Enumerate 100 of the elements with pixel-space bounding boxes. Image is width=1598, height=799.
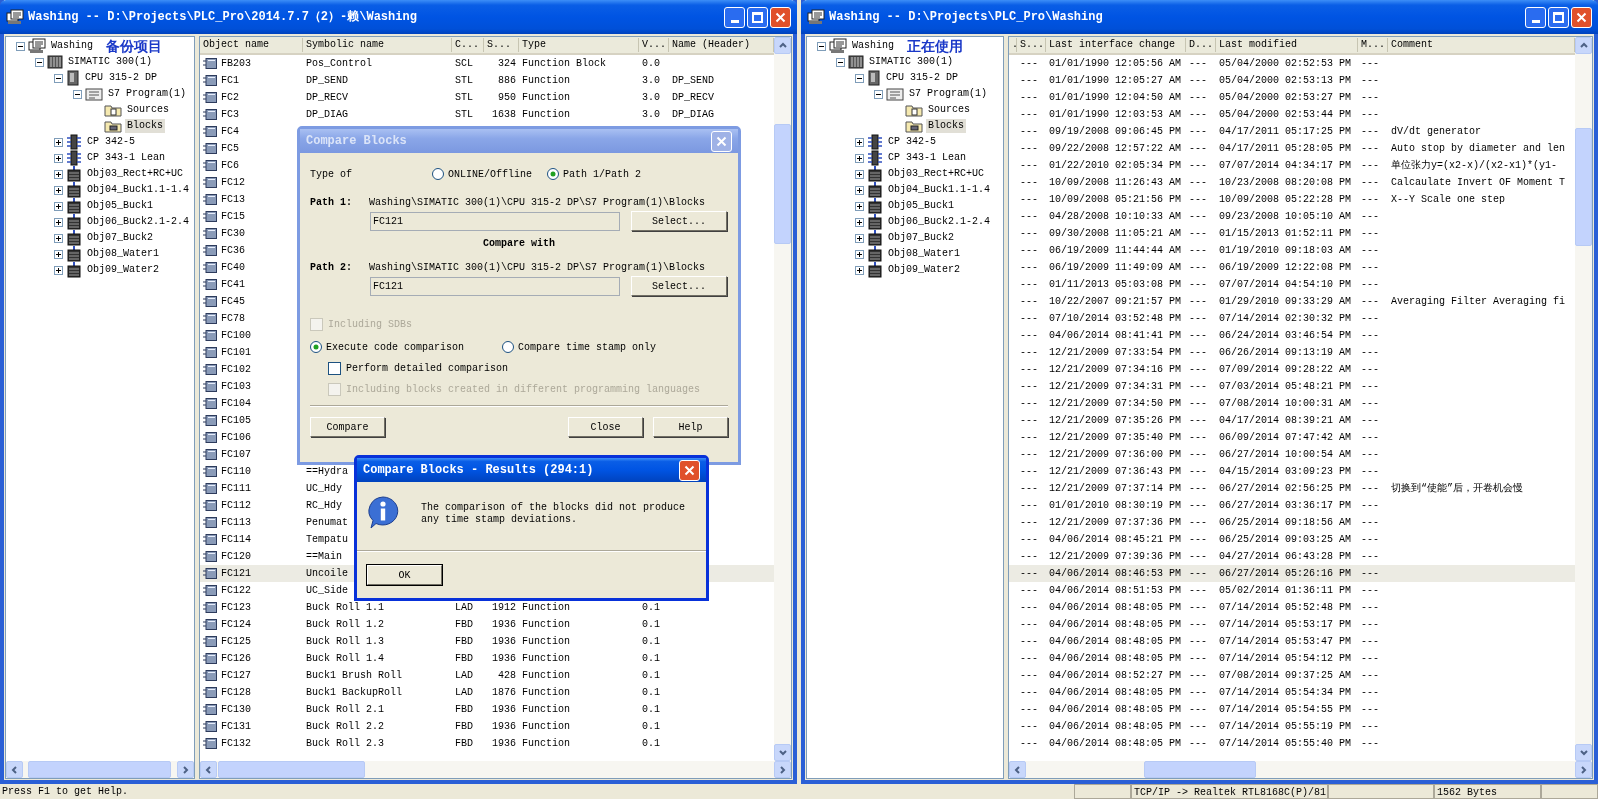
expand-toggle[interactable] <box>54 169 63 179</box>
tree-item[interactable]: S7 Program(1) <box>907 87 989 101</box>
expand-toggle[interactable] <box>855 169 864 179</box>
scroll-right-button[interactable] <box>1575 761 1592 778</box>
tree-item[interactable]: Obj09_Water2 <box>85 263 161 277</box>
minimize-button[interactable] <box>724 6 745 28</box>
expand-toggle[interactable] <box>855 137 864 147</box>
tree-item[interactable]: Obj08_Water1 <box>886 247 962 261</box>
collapse-toggle[interactable] <box>54 73 63 83</box>
minimize-button[interactable] <box>1525 6 1546 28</box>
horizontal-scrollbar[interactable] <box>1009 761 1592 778</box>
tree-item[interactable]: Obj04_Buck1.1-1.4 <box>85 183 192 197</box>
column-header[interactable]: V... <box>639 38 669 52</box>
column-header[interactable]: Last interface change <box>1046 38 1186 52</box>
column-header[interactable]: S... <box>484 38 519 52</box>
tree-item[interactable]: S7 Program(1) <box>106 87 188 101</box>
column-header[interactable]: Symbolic name <box>303 38 452 52</box>
tree-item[interactable]: CP 342-5 <box>886 135 938 149</box>
column-header[interactable]: Type <box>519 38 639 52</box>
column-header[interactable]: D... <box>1186 38 1216 52</box>
select-button[interactable]: Select... <box>631 276 727 296</box>
radio-button[interactable] <box>310 341 322 353</box>
tree-item[interactable]: Washing <box>850 39 896 53</box>
column-header[interactable]: Last modified <box>1216 38 1358 52</box>
tree-item[interactable]: CP 343-1 Lean <box>85 151 167 165</box>
tree-item[interactable]: Obj04_Buck1.1-1.4 <box>886 183 993 197</box>
scroll-up-button[interactable] <box>1575 37 1592 54</box>
expand-toggle[interactable] <box>855 249 864 259</box>
tree-item[interactable]: Obj06_Buck2.1-2.4 <box>886 215 993 229</box>
expand-toggle[interactable] <box>54 137 63 147</box>
collapse-toggle[interactable] <box>855 73 864 83</box>
close-button[interactable] <box>770 6 791 28</box>
tree-item[interactable]: Obj03_Rect+RC+UC <box>886 167 986 181</box>
maximize-button[interactable] <box>747 6 768 28</box>
tree-item[interactable]: SIMATIC 300(1) <box>867 55 955 69</box>
scroll-left-button[interactable] <box>1009 761 1026 778</box>
scroll-thumb[interactable] <box>218 761 365 778</box>
expand-toggle[interactable] <box>54 249 63 259</box>
collapse-toggle[interactable] <box>874 89 883 99</box>
scroll-down-button[interactable] <box>774 744 791 761</box>
radio-button[interactable] <box>432 168 444 180</box>
close-button[interactable] <box>1571 6 1592 28</box>
expand-toggle[interactable] <box>855 265 864 275</box>
tree-item[interactable]: CP 343-1 Lean <box>886 151 968 165</box>
input-field[interactable]: FC121 <box>370 276 620 296</box>
expand-toggle[interactable] <box>54 265 63 275</box>
tree-item[interactable]: Obj09_Water2 <box>886 263 962 277</box>
scroll-right-button[interactable] <box>177 761 194 778</box>
tree-item[interactable]: Obj03_Rect+RC+UC <box>85 167 185 181</box>
tree-item[interactable]: Obj06_Buck2.1-2.4 <box>85 215 192 229</box>
vertical-scrollbar[interactable] <box>774 37 791 761</box>
expand-toggle[interactable] <box>54 217 63 227</box>
select-button[interactable]: Select... <box>631 211 727 231</box>
expand-toggle[interactable] <box>855 217 864 227</box>
column-header[interactable]: Object name <box>200 38 303 52</box>
horizontal-scrollbar[interactable] <box>6 761 194 778</box>
close-button[interactable] <box>679 459 700 481</box>
expand-toggle[interactable] <box>54 185 63 195</box>
tree-item[interactable]: CPU 315-2 DP <box>83 71 159 85</box>
scroll-left-button[interactable] <box>200 761 217 778</box>
tree-item[interactable]: Sources <box>125 103 171 117</box>
vertical-scrollbar[interactable] <box>1575 37 1592 761</box>
column-header[interactable]: S... <box>1017 38 1046 52</box>
tree-item[interactable]: Blocks <box>926 119 966 133</box>
expand-toggle[interactable] <box>855 233 864 243</box>
radio-button[interactable] <box>502 341 514 353</box>
tree-item[interactable]: CPU 315-2 DP <box>884 71 960 85</box>
horizontal-scrollbar[interactable] <box>200 761 791 778</box>
input-field[interactable]: FC121 <box>370 211 620 231</box>
collapse-toggle[interactable] <box>73 89 82 99</box>
collapse-toggle[interactable] <box>836 57 845 67</box>
scroll-up-button[interactable] <box>774 37 791 54</box>
column-header[interactable]: . <box>1009 38 1017 52</box>
column-header[interactable]: C... <box>452 38 484 52</box>
collapse-toggle[interactable] <box>35 57 44 67</box>
scroll-thumb[interactable] <box>1144 761 1256 778</box>
tree-item[interactable]: Obj05_Buck1 <box>886 199 956 213</box>
scroll-down-button[interactable] <box>1575 744 1592 761</box>
tree-item[interactable]: Obj07_Buck2 <box>85 231 155 245</box>
scroll-thumb[interactable] <box>28 761 171 778</box>
compare-button[interactable]: Compare <box>310 417 385 437</box>
expand-toggle[interactable] <box>855 153 864 163</box>
maximize-button[interactable] <box>1548 6 1569 28</box>
tree-item[interactable]: SIMATIC 300(1) <box>66 55 154 69</box>
tree-item[interactable]: Washing <box>49 39 95 53</box>
collapse-toggle[interactable] <box>16 41 25 51</box>
column-header[interactable]: M... <box>1358 38 1388 52</box>
tree-item[interactable]: Obj05_Buck1 <box>85 199 155 213</box>
table-row[interactable]: --- 04/06/2014 08:46:53 PM --- 06/27/2014 05:26:16 PM --- <box>1009 565 1575 582</box>
tree-item[interactable]: CP 342-5 <box>85 135 137 149</box>
expand-toggle[interactable] <box>855 185 864 195</box>
expand-toggle[interactable] <box>855 201 864 211</box>
scroll-thumb[interactable] <box>774 124 791 244</box>
radio-button[interactable] <box>547 168 559 180</box>
tree-item[interactable]: Obj07_Buck2 <box>886 231 956 245</box>
close-dialog-button[interactable]: Close <box>568 417 643 437</box>
tree-item[interactable]: Blocks <box>125 119 165 133</box>
checkbox[interactable] <box>328 361 341 375</box>
ok-button[interactable]: OK <box>367 565 442 585</box>
scroll-thumb[interactable] <box>1575 128 1592 246</box>
